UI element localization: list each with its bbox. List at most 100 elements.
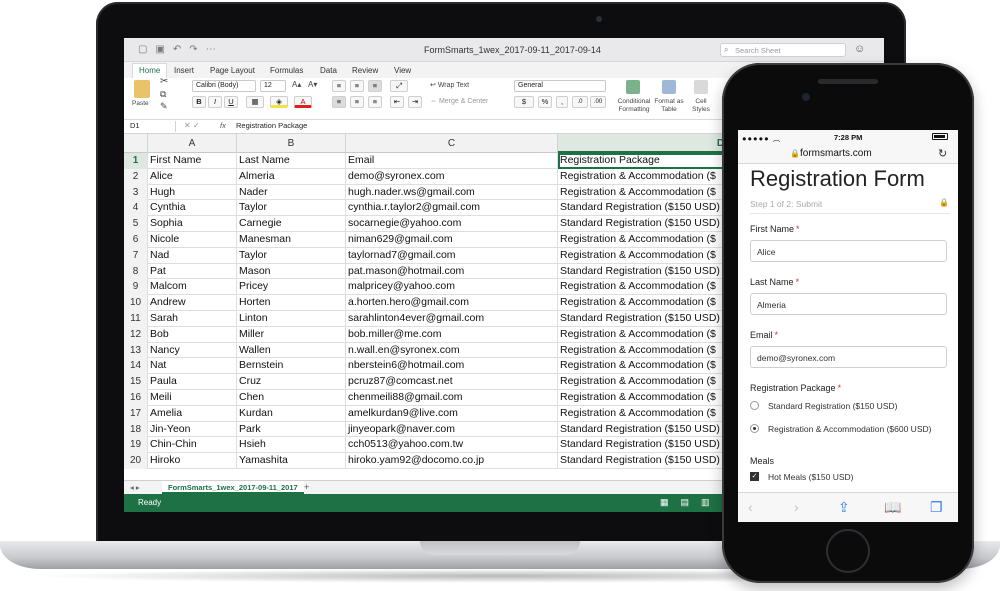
cell-email[interactable]: hiroko.yam92@docomo.co.jp <box>346 453 558 469</box>
cell-email[interactable]: demo@syronex.com <box>346 168 558 185</box>
url-text[interactable]: formsmarts.com <box>800 148 872 159</box>
decrease-indent-icon[interactable]: ⇤ <box>390 96 404 108</box>
cell-last-name[interactable]: Horten <box>237 295 346 311</box>
formula-input[interactable]: Registration Package <box>236 121 307 130</box>
cell-last-name[interactable]: Kurdan <box>237 405 346 422</box>
redo-icon[interactable]: ↷ <box>189 44 197 55</box>
more-icon[interactable]: ⋯ <box>206 44 216 55</box>
cell-last-name[interactable]: Miller <box>237 326 346 343</box>
cell-first-name[interactable]: Alice <box>148 168 237 185</box>
row-number[interactable]: 12 <box>124 326 148 343</box>
row-number[interactable]: 17 <box>124 405 148 422</box>
bookmarks-icon[interactable]: 📖 <box>884 499 901 516</box>
cancel-confirm-icons[interactable]: ✕ ✓ <box>184 121 200 130</box>
cell-first-name[interactable]: Pat <box>148 263 237 280</box>
first-name-field[interactable]: Alice <box>750 240 947 262</box>
column-header-a[interactable]: A <box>148 134 237 153</box>
align-top-icon[interactable]: ≡ <box>332 80 346 92</box>
back-icon[interactable]: ‹ <box>748 499 753 515</box>
cell-first-name[interactable]: Bob <box>148 326 237 343</box>
row-number[interactable]: 6 <box>124 232 148 248</box>
cell-last-name[interactable]: Nader <box>237 184 346 201</box>
normal-view-icon[interactable]: ▦ <box>660 497 669 508</box>
row-number[interactable]: 14 <box>124 358 148 375</box>
cell-first-name[interactable]: Sarah <box>148 311 237 327</box>
cell-email[interactable]: n.wall.en@syronex.com <box>346 342 558 359</box>
cell-first-name[interactable]: Nat <box>148 358 237 375</box>
font-color-icon[interactable]: A <box>294 96 312 108</box>
align-left-icon[interactable]: ≡ <box>332 96 346 108</box>
copy-icon[interactable]: ⧉ <box>160 90 166 99</box>
row-number[interactable]: 3 <box>124 184 148 201</box>
cell-email[interactable]: cch0513@yahoo.com.tw <box>346 437 558 454</box>
cell-email[interactable]: amelkurdan9@live.com <box>346 405 558 422</box>
cell-first-name[interactable]: Paula <box>148 374 237 390</box>
cell-email[interactable]: taylornad7@gmail.com <box>346 247 558 264</box>
cell-email[interactable]: pat.mason@hotmail.com <box>346 263 558 280</box>
tab-insert[interactable]: Insert <box>174 66 194 75</box>
cell-last-name[interactable]: Mason <box>237 263 346 280</box>
row-number[interactable]: 8 <box>124 263 148 280</box>
cell-last-name[interactable]: Chen <box>237 390 346 406</box>
home-button[interactable] <box>826 529 870 573</box>
tab-data[interactable]: Data <box>320 66 337 75</box>
format-as-table-label[interactable]: Format as Table <box>652 98 686 114</box>
cell-first-name[interactable]: Nad <box>148 247 237 264</box>
share-icon[interactable]: ⇪ <box>838 499 850 516</box>
cell-first-name[interactable]: Nancy <box>148 342 237 359</box>
merge-center-button[interactable]: ⇔ Merge & Center <box>430 98 488 106</box>
row-number[interactable]: 5 <box>124 216 148 232</box>
bold-button[interactable]: B <box>192 96 206 108</box>
row-number[interactable]: 18 <box>124 421 148 438</box>
font-size-select[interactable]: 12 <box>260 80 286 92</box>
cell-first-name[interactable]: Amelia <box>148 405 237 422</box>
underline-button[interactable]: U <box>224 96 238 108</box>
orientation-icon[interactable]: ⤢ <box>390 80 408 92</box>
conditional-formatting-icon[interactable] <box>626 80 640 94</box>
align-bottom-icon[interactable]: ≡ <box>368 80 382 92</box>
page-break-view-icon[interactable]: ▥ <box>701 497 710 508</box>
paste-icon[interactable] <box>134 80 150 98</box>
row-number[interactable]: 16 <box>124 390 148 406</box>
percent-icon[interactable]: % <box>538 96 552 108</box>
sheet-nav-arrows-icon[interactable]: ◂ ▸ <box>130 483 140 492</box>
row-number[interactable]: 13 <box>124 342 148 359</box>
cell-email[interactable]: jinyeopark@naver.com <box>346 421 558 438</box>
cell-styles-label[interactable]: Cell Styles <box>690 98 712 114</box>
cell-first-name[interactable]: Jin-Yeon <box>148 421 237 438</box>
conditional-formatting-label[interactable]: Conditional Formatting <box>614 98 654 114</box>
cell-last-name[interactable]: Linton <box>237 311 346 327</box>
add-sheet-button[interactable]: + <box>304 482 309 492</box>
checkbox-checked-icon[interactable]: ✓ <box>750 472 759 481</box>
cell-last-name[interactable]: Hsieh <box>237 437 346 454</box>
cell-last-name[interactable]: Taylor <box>237 247 346 264</box>
cell-first-name[interactable]: First Name <box>148 153 237 169</box>
align-middle-icon[interactable]: ≡ <box>350 80 364 92</box>
comma-icon[interactable]: , <box>556 96 568 108</box>
radio-button-selected[interactable] <box>750 424 759 433</box>
save-icon[interactable]: ▣ <box>155 44 164 55</box>
safari-url-bar[interactable]: 🔒 formsmarts.com ↻ <box>738 144 958 164</box>
borders-icon[interactable]: ▦ <box>246 96 264 108</box>
cell-last-name[interactable]: Cruz <box>237 374 346 390</box>
cell-email[interactable]: malpricey@yahoo.com <box>346 279 558 296</box>
cell-first-name[interactable]: Cynthia <box>148 200 237 217</box>
radio-button[interactable] <box>750 401 759 410</box>
insert-function-icon[interactable]: fx <box>220 121 226 130</box>
cut-icon[interactable]: ✂ <box>160 77 168 87</box>
cell-last-name[interactable]: Manesman <box>237 232 346 248</box>
cell-styles-icon[interactable] <box>694 80 708 94</box>
column-header-b[interactable]: B <box>237 134 346 153</box>
currency-icon[interactable]: $ <box>514 96 534 108</box>
cell-email[interactable]: nberstein6@hotmail.com <box>346 358 558 375</box>
reload-icon[interactable]: ↻ <box>938 147 947 160</box>
forward-icon[interactable]: › <box>794 499 799 515</box>
number-format-select[interactable]: General <box>514 80 606 92</box>
cell-first-name[interactable]: Chin-Chin <box>148 437 237 454</box>
sidebar-icon[interactable]: ▢ <box>138 44 147 55</box>
cell-first-name[interactable]: Hugh <box>148 184 237 201</box>
cell-last-name[interactable]: Bernstein <box>237 358 346 375</box>
row-number[interactable]: 7 <box>124 247 148 264</box>
tab-view[interactable]: View <box>394 66 411 75</box>
row-number[interactable]: 4 <box>124 200 148 217</box>
